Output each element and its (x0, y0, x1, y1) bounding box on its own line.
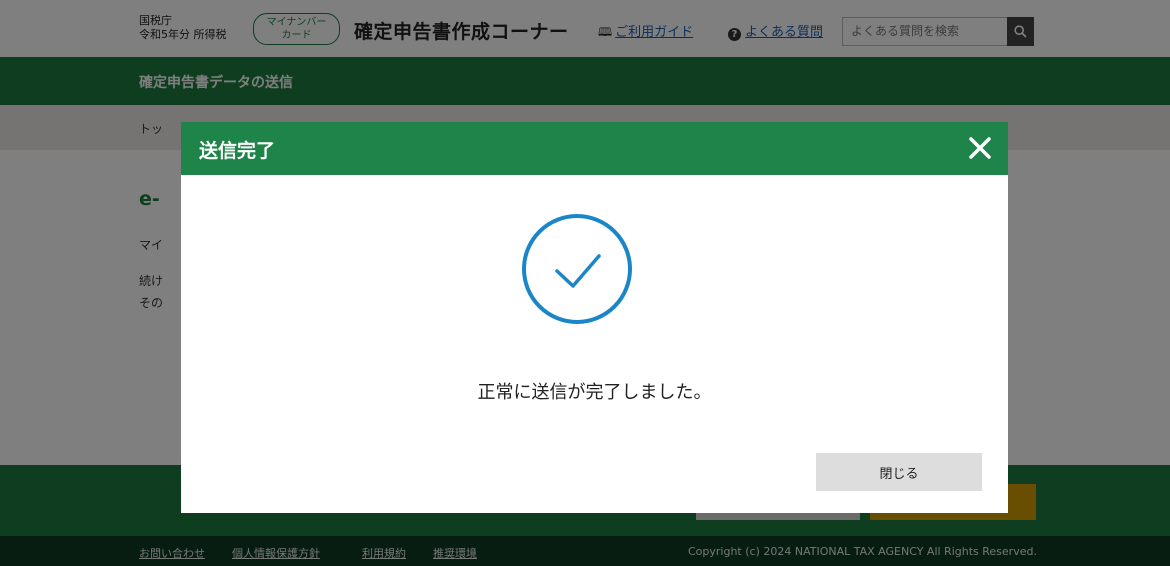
close-icon[interactable] (968, 136, 992, 160)
dialog-title: 送信完了 (199, 140, 276, 162)
check-circle-icon (522, 214, 632, 324)
close-button[interactable]: 閉じる (816, 453, 982, 491)
success-message: 正常に送信が完了しました。 (477, 382, 712, 403)
dialog-header: 送信完了 (181, 122, 1008, 175)
send-complete-dialog: 送信完了 正常に送信が完了しました。 閉じる (181, 122, 1008, 513)
